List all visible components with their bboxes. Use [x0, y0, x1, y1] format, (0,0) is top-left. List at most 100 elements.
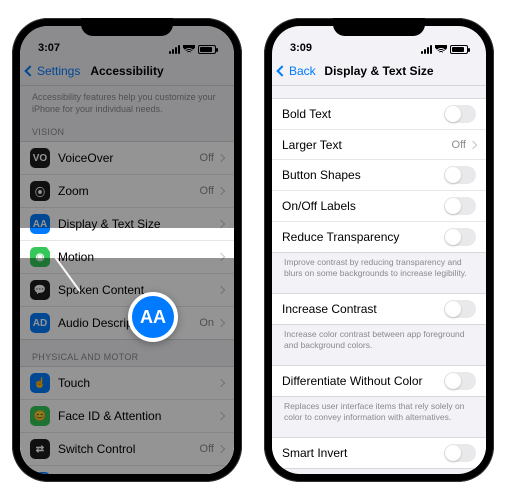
zoom-icon: ⦿: [30, 181, 50, 201]
wifi-icon: [183, 45, 195, 54]
back-button[interactable]: Settings: [26, 64, 80, 78]
back-label: Back: [289, 64, 316, 78]
faceid-icon: 😊: [30, 406, 50, 426]
row-onoff-labels[interactable]: On/Off Labels: [272, 190, 486, 221]
group-1: Bold Text Larger Text Off Button Shapes …: [272, 98, 486, 253]
cellular-icon: [421, 45, 432, 54]
row-value: Off: [200, 443, 214, 455]
row-bold-text[interactable]: Bold Text: [272, 99, 486, 129]
callout-icon: AA: [140, 307, 166, 328]
toggle[interactable]: [444, 372, 476, 390]
row-value: Off: [200, 152, 214, 164]
row-smart-invert[interactable]: Smart Invert: [272, 438, 486, 468]
chevron-right-icon: [217, 412, 225, 420]
row-value: Off: [200, 185, 214, 197]
row-reduce-transparency[interactable]: Reduce Transparency: [272, 221, 486, 252]
nav-bar: Back Display & Text Size: [272, 56, 486, 86]
chevron-right-icon: [217, 379, 225, 387]
row-label: On/Off Labels: [282, 199, 444, 213]
row-value: Off: [452, 139, 466, 151]
footer-reduce: Improve contrast by reducing transparenc…: [272, 253, 486, 287]
toggle[interactable]: [444, 228, 476, 246]
chevron-left-icon: [276, 65, 287, 76]
spoken-content-icon: 💬: [30, 280, 50, 300]
toggle[interactable]: [444, 300, 476, 318]
motor-group: ☝ Touch 😊 Face ID & Attention ⇄Switch Contro…: [20, 366, 234, 474]
list-row[interactable]: ◉Motion: [20, 240, 234, 273]
group-4: Smart Invert: [272, 437, 486, 469]
content-scroll[interactable]: Bold Text Larger Text Off Button Shapes …: [272, 86, 486, 474]
chevron-right-icon: [217, 154, 225, 162]
footer-smart: Smart Invert reverses the colors of the …: [272, 469, 486, 474]
chevron-right-icon: [217, 319, 225, 327]
battery-icon: [450, 45, 468, 54]
audio-desc-icon: AD: [30, 313, 50, 333]
row-label: Spoken Content: [58, 283, 218, 297]
section-header-motor: PHYSICAL AND MOTOR: [20, 340, 234, 366]
row-increase-contrast[interactable]: Increase Contrast: [272, 294, 486, 324]
section-header-vision: VISION: [20, 115, 234, 141]
row-label: Display & Text Size: [58, 217, 218, 231]
voiceover-icon: VO: [30, 148, 50, 168]
row-label: Face ID & Attention: [58, 409, 218, 423]
notch: [81, 18, 173, 36]
toggle[interactable]: [444, 105, 476, 123]
touch-icon: ☝: [30, 373, 50, 393]
wifi-icon: [435, 45, 447, 54]
list-row[interactable]: 〰Voice ControlOff: [20, 465, 234, 474]
list-row[interactable]: 😊 Face ID & Attention: [20, 399, 234, 432]
footer-contrast: Increase color contrast between app fore…: [272, 325, 486, 359]
chevron-right-icon: [217, 286, 225, 294]
status-time: 3:07: [38, 42, 60, 54]
callout-bubble: AA: [128, 292, 178, 342]
battery-icon: [198, 45, 216, 54]
chevron-left-icon: [24, 65, 35, 76]
row-value: On: [199, 317, 214, 329]
list-row[interactable]: ☝ Touch: [20, 367, 234, 399]
phone-accessibility: 3:07 Settings Accessibility Accessibilit…: [12, 18, 242, 482]
list-row[interactable]: ADAudio DescriptionsOn: [20, 306, 234, 339]
group-2: Increase Contrast: [272, 293, 486, 325]
status-time: 3:09: [290, 42, 312, 54]
chevron-right-icon: [469, 140, 477, 148]
display-text-icon: AA: [30, 214, 50, 234]
intro-text: Accessibility features help you customiz…: [20, 86, 234, 115]
back-label: Settings: [37, 64, 80, 78]
row-label: Motion: [58, 250, 218, 264]
list-row[interactable]: VO VoiceOverOff: [20, 142, 234, 174]
switch-icon: ⇄: [30, 439, 50, 459]
list-row[interactable]: AA Display & Text Size: [20, 207, 234, 240]
row-label: Button Shapes: [282, 168, 444, 182]
row-differentiate[interactable]: Differentiate Without Color: [272, 366, 486, 396]
row-label: Zoom: [58, 184, 200, 198]
cellular-icon: [169, 45, 180, 54]
row-label: Reduce Transparency: [282, 230, 444, 244]
back-button[interactable]: Back: [278, 64, 316, 78]
chevron-right-icon: [217, 187, 225, 195]
chevron-right-icon: [217, 253, 225, 261]
nav-bar: Settings Accessibility: [20, 56, 234, 86]
row-label: VoiceOver: [58, 151, 200, 165]
chevron-right-icon: [217, 220, 225, 228]
row-label: Differentiate Without Color: [282, 374, 444, 388]
row-larger-text[interactable]: Larger Text Off: [272, 129, 486, 159]
list-row[interactable]: ⇄Switch ControlOff: [20, 432, 234, 465]
page-title: Display & Text Size: [324, 64, 433, 78]
row-button-shapes[interactable]: Button Shapes: [272, 159, 486, 190]
vision-group: VOVoiceOverOff⦿ZoomOffAADisplay & Text S…: [20, 141, 234, 340]
notch: [333, 18, 425, 36]
chevron-right-icon: [217, 445, 225, 453]
phone-display-text-size: 3:09 Back Display & Text Size Bold Text: [264, 18, 494, 482]
toggle[interactable]: [444, 197, 476, 215]
row-label: Touch: [58, 376, 218, 390]
footer-diff: Replaces user interface items that rely …: [272, 397, 486, 431]
row-label: Increase Contrast: [282, 302, 444, 316]
list-row[interactable]: ⦿ ZoomOff: [20, 174, 234, 207]
content-scroll[interactable]: Accessibility features help you customiz…: [20, 86, 234, 474]
voice-ctrl-icon: 〰: [30, 472, 50, 474]
list-row[interactable]: 💬 Spoken Content: [20, 273, 234, 306]
page-title: Accessibility: [90, 64, 163, 78]
toggle[interactable]: [444, 444, 476, 462]
toggle[interactable]: [444, 166, 476, 184]
group-3: Differentiate Without Color: [272, 365, 486, 397]
